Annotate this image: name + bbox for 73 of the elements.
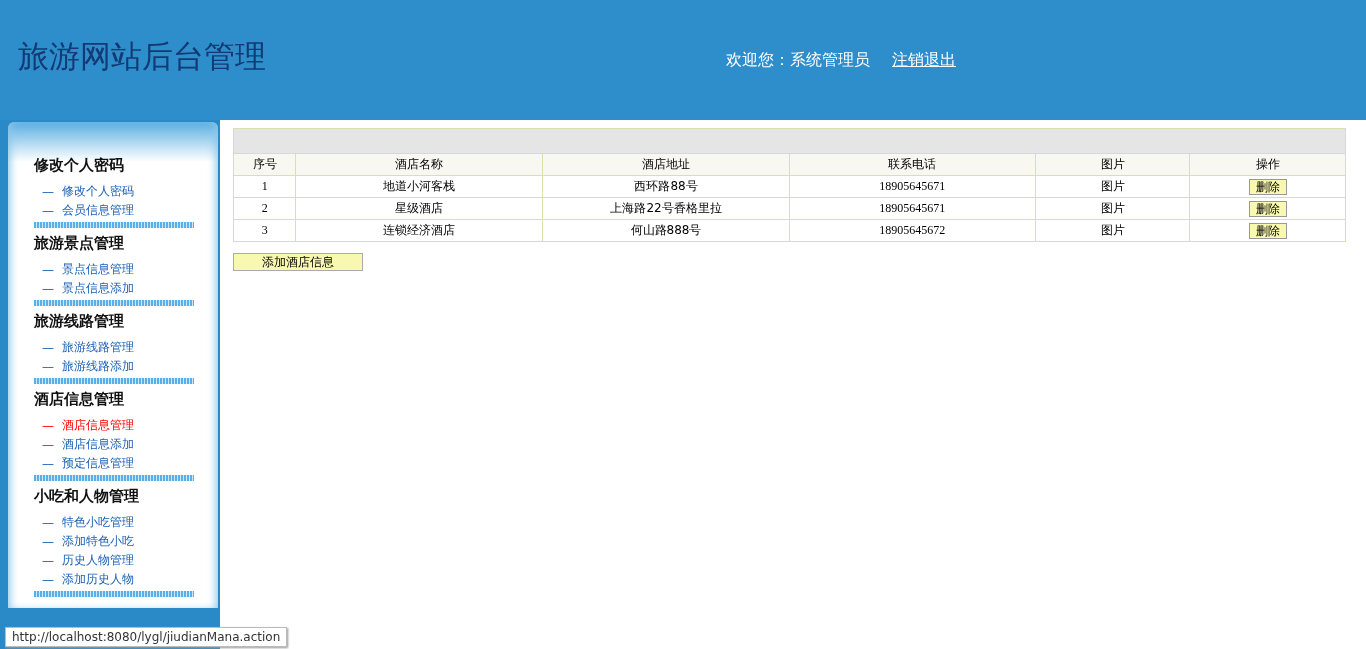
bullet-dash: — — [42, 515, 54, 530]
bullet-dash: — — [42, 340, 54, 355]
table-cell: 18905645671 — [789, 197, 1036, 220]
menu-group-title: 修改个人密码 — [34, 156, 125, 174]
table-cell: 星级酒店 — [295, 197, 543, 220]
menu-group-title: 旅游线路管理 — [34, 312, 125, 330]
table-cell: 连锁经济酒店 — [295, 219, 543, 242]
menu-item-label: 特色小吃管理 — [62, 514, 134, 531]
table-cell: 18905645671 — [789, 175, 1036, 198]
bullet-dash: — — [42, 418, 54, 433]
menu-item-label: 预定信息管理 — [62, 455, 134, 472]
menu-item[interactable]: — 修改个人密码 — [34, 182, 218, 201]
menu-item[interactable]: — 添加特色小吃 — [34, 532, 218, 551]
column-header: 酒店名称 — [295, 153, 543, 176]
menu-item-label: 酒店信息添加 — [62, 436, 134, 453]
table-cell: 1 — [233, 175, 296, 198]
table-cell: 图片 — [1035, 175, 1190, 198]
table-cell: 3 — [233, 219, 296, 242]
column-header: 操作 — [1189, 153, 1346, 176]
menu-item-label: 修改个人密码 — [62, 183, 134, 200]
menu-item-label: 景点信息添加 — [62, 280, 134, 297]
status-url-tooltip: http://localhost:8080/lygl/jiudianMana.action — [5, 627, 288, 647]
bullet-dash: — — [42, 534, 54, 549]
menu-item-label: 会员信息管理 — [62, 202, 134, 219]
menu-item[interactable]: — 旅游线路添加 — [34, 357, 218, 376]
bullet-dash: — — [42, 262, 54, 277]
menu-item[interactable]: — 景点信息管理 — [34, 260, 218, 279]
delete-button[interactable]: 删除 — [1248, 222, 1287, 239]
table-cell: 西环路88号 — [542, 175, 790, 198]
menu-item[interactable]: — 历史人物管理 — [34, 551, 218, 570]
menu-group-title: 旅游景点管理 — [34, 234, 125, 252]
logout-link[interactable]: 注销退出 — [892, 49, 956, 71]
menu-item-label: 旅游线路添加 — [62, 358, 134, 375]
menu-item-label: 添加特色小吃 — [62, 533, 134, 550]
bullet-dash: — — [42, 553, 54, 568]
delete-button[interactable]: 删除 — [1248, 200, 1287, 217]
menu-item-label: 景点信息管理 — [62, 261, 134, 278]
bullet-dash: — — [42, 359, 54, 374]
menu-group-title: 酒店信息管理 — [34, 390, 125, 408]
column-header: 酒店地址 — [542, 153, 790, 176]
welcome-text: 欢迎您：系统管理员 — [726, 49, 870, 71]
bullet-dash: — — [42, 184, 54, 199]
menu-item[interactable]: — 会员信息管理 — [34, 201, 218, 220]
menu-item-label: 添加历史人物 — [62, 571, 134, 588]
menu-group-title: 小吃和人物管理 — [34, 487, 140, 505]
add-hotel-button[interactable]: 添加酒店信息 — [233, 253, 363, 271]
column-header: 图片 — [1035, 153, 1190, 176]
menu-item[interactable]: — 酒店信息添加 — [34, 435, 218, 454]
menu-item-label: 酒店信息管理 — [62, 417, 134, 434]
bullet-dash: — — [42, 456, 54, 471]
table-cell: 2 — [233, 197, 296, 220]
site-title: 旅游网站后台管理 — [18, 37, 267, 76]
table-cell: 图片 — [1035, 219, 1190, 242]
column-header: 联系电话 — [789, 153, 1036, 176]
menu-item-label: 历史人物管理 — [62, 552, 134, 569]
bullet-dash: — — [42, 437, 54, 452]
table-cell: 何山路888号 — [542, 219, 790, 242]
table-cell: 上海路22号香格里拉 — [542, 197, 790, 220]
table-cell: 图片 — [1035, 197, 1190, 220]
menu-item[interactable]: — 旅游线路管理 — [34, 338, 218, 357]
bullet-dash: — — [42, 203, 54, 218]
menu-item[interactable]: — 景点信息添加 — [34, 279, 218, 298]
table-cell: 地道小河客栈 — [295, 175, 543, 198]
menu-item-label: 旅游线路管理 — [62, 339, 134, 356]
bullet-dash: — — [42, 572, 54, 587]
menu-item[interactable]: — 添加历史人物 — [34, 570, 218, 589]
menu-item[interactable]: — 预定信息管理 — [34, 454, 218, 473]
menu-item[interactable]: — 酒店信息管理 — [34, 416, 218, 435]
delete-button[interactable]: 删除 — [1248, 178, 1287, 195]
column-header: 序号 — [233, 153, 296, 176]
bullet-dash: — — [42, 281, 54, 296]
menu-item[interactable]: — 特色小吃管理 — [34, 513, 218, 532]
table-cell: 18905645672 — [789, 219, 1036, 242]
